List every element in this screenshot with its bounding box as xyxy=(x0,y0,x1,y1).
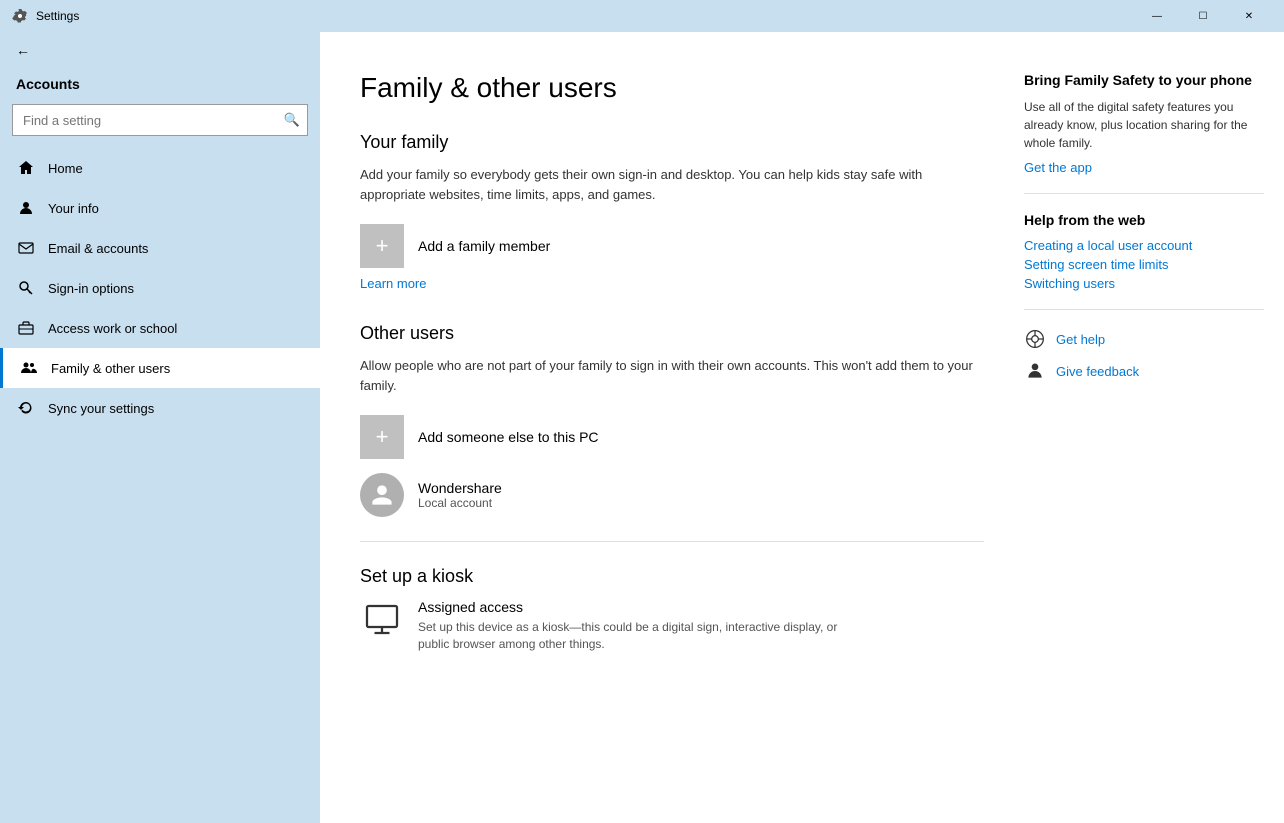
titlebar: Settings — ☐ ✕ xyxy=(0,0,1284,32)
sidebar-item-home[interactable]: Home xyxy=(0,148,320,188)
search-input[interactable] xyxy=(12,104,308,136)
kiosk-section-title: Set up a kiosk xyxy=(360,566,984,587)
sidebar-sign-in-label: Sign-in options xyxy=(48,281,134,296)
learn-more-link[interactable]: Learn more xyxy=(360,276,984,291)
your-family-description: Add your family so everybody gets their … xyxy=(360,165,984,204)
settings-icon xyxy=(12,8,28,24)
sidebar-item-sync-settings[interactable]: Sync your settings xyxy=(0,388,320,428)
kiosk-description: Set up this device as a kiosk—this could… xyxy=(418,619,838,653)
get-help-icon xyxy=(1024,328,1046,350)
person-icon xyxy=(16,198,36,218)
divider xyxy=(360,541,984,542)
minimize-button[interactable]: — xyxy=(1134,0,1180,32)
kiosk-title: Assigned access xyxy=(418,599,838,615)
sidebar-sync-label: Sync your settings xyxy=(48,401,154,416)
page-title: Family & other users xyxy=(360,72,984,104)
sidebar: ← Accounts 🔍 Home Your info Email & acco xyxy=(0,32,320,823)
help-link-0[interactable]: Creating a local user account xyxy=(1024,238,1264,253)
sidebar-access-work-label: Access work or school xyxy=(48,321,177,336)
add-other-label: Add someone else to this PC xyxy=(418,429,599,445)
add-other-user-button[interactable]: + Add someone else to this PC xyxy=(360,415,599,459)
get-app-link[interactable]: Get the app xyxy=(1024,160,1264,175)
kiosk-info: Assigned access Set up this device as a … xyxy=(418,599,838,653)
promo-desc: Use all of the digital safety features y… xyxy=(1024,98,1264,152)
sidebar-item-your-info[interactable]: Your info xyxy=(0,188,320,228)
help-title: Help from the web xyxy=(1024,212,1264,228)
titlebar-title: Settings xyxy=(36,9,1134,23)
user-wondershare[interactable]: Wondershare Local account xyxy=(360,473,984,517)
add-family-icon: + xyxy=(360,224,404,268)
right-divider-1 xyxy=(1024,193,1264,194)
kiosk-icon xyxy=(360,599,404,643)
back-arrow-icon: ← xyxy=(16,42,30,58)
sidebar-section-label: Accounts xyxy=(0,68,320,104)
give-feedback-icon xyxy=(1024,360,1046,382)
help-link-2[interactable]: Switching users xyxy=(1024,276,1264,291)
user-sub: Local account xyxy=(418,496,502,510)
sidebar-home-label: Home xyxy=(48,161,83,176)
sidebar-item-access-work[interactable]: Access work or school xyxy=(0,308,320,348)
help-link-1[interactable]: Setting screen time limits xyxy=(1024,257,1264,272)
your-family-section-title: Your family xyxy=(360,132,984,153)
sidebar-item-family-users[interactable]: Family & other users xyxy=(0,348,320,388)
get-help-action[interactable]: Get help xyxy=(1024,328,1264,350)
user-avatar xyxy=(360,473,404,517)
sidebar-search: 🔍 xyxy=(12,104,308,136)
right-divider-2 xyxy=(1024,309,1264,310)
sidebar-email-label: Email & accounts xyxy=(48,241,148,256)
sidebar-family-label: Family & other users xyxy=(51,361,170,376)
titlebar-controls: — ☐ ✕ xyxy=(1134,0,1272,32)
main-content: Family & other users Your family Add you… xyxy=(320,32,1284,823)
sync-icon xyxy=(16,398,36,418)
back-button[interactable]: ← xyxy=(0,32,320,68)
promo-title: Bring Family Safety to your phone xyxy=(1024,72,1264,88)
key-icon xyxy=(16,278,36,298)
content-area: Family & other users Your family Add you… xyxy=(360,72,1024,783)
sidebar-your-info-label: Your info xyxy=(48,201,99,216)
home-icon xyxy=(16,158,36,178)
kiosk-item: Assigned access Set up this device as a … xyxy=(360,599,984,653)
email-icon xyxy=(16,238,36,258)
close-button[interactable]: ✕ xyxy=(1226,0,1272,32)
briefcase-icon xyxy=(16,318,36,338)
add-family-label: Add a family member xyxy=(418,238,550,254)
right-panel: Bring Family Safety to your phone Use al… xyxy=(1024,72,1284,783)
give-feedback-label: Give feedback xyxy=(1056,364,1139,379)
maximize-button[interactable]: ☐ xyxy=(1180,0,1226,32)
get-help-label: Get help xyxy=(1056,332,1105,347)
family-icon xyxy=(19,358,39,378)
give-feedback-action[interactable]: Give feedback xyxy=(1024,360,1264,382)
add-other-icon: + xyxy=(360,415,404,459)
add-family-member-button[interactable]: + Add a family member xyxy=(360,224,550,268)
sidebar-item-email-accounts[interactable]: Email & accounts xyxy=(0,228,320,268)
search-icon: 🔍 xyxy=(284,112,300,128)
sidebar-item-sign-in-options[interactable]: Sign-in options xyxy=(0,268,320,308)
other-users-section-title: Other users xyxy=(360,323,984,344)
user-name: Wondershare xyxy=(418,480,502,496)
user-info: Wondershare Local account xyxy=(418,480,502,510)
other-users-description: Allow people who are not part of your fa… xyxy=(360,356,984,395)
app-container: ← Accounts 🔍 Home Your info Email & acco xyxy=(0,32,1284,823)
